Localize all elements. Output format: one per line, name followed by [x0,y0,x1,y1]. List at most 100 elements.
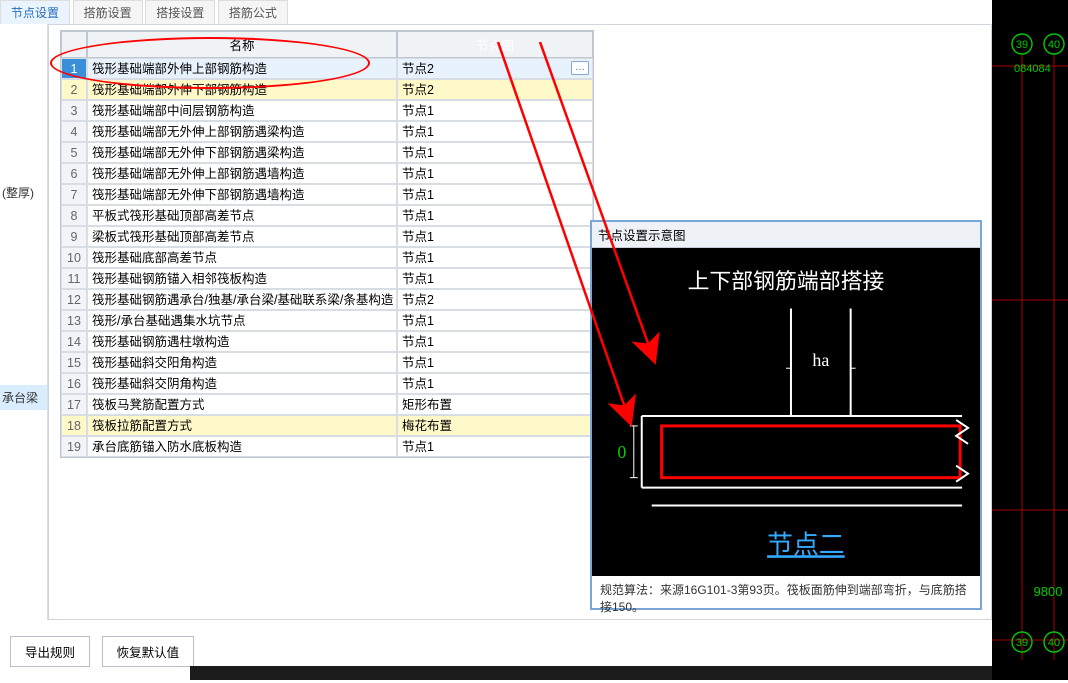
row-name: 承台底筋锚入防水底板构造 [87,436,397,457]
row-node-value[interactable]: 节点2… [397,58,593,79]
diagram-heading: 上下部钢筋端部搭接 [688,270,885,294]
row-name: 筏板拉筋配置方式 [87,415,397,436]
row-node-value[interactable]: 节点1 [397,373,593,394]
row-number: 3 [61,100,87,121]
row-node-value[interactable]: 节点1 [397,331,593,352]
row-number: 14 [61,331,87,352]
row-name: 筏形基础端部无外伸下部钢筋遇梁构造 [87,142,397,163]
row-name: 筏形基础钢筋遇承台/独基/承台梁/基础联系梁/条基构造 [87,289,397,310]
diagram-canvas: 上下部钢筋端部搭接 ha 0 节点二 [592,248,980,576]
table-row[interactable]: 4筏形基础端部无外伸上部钢筋遇梁构造节点1 [61,121,593,142]
row-name: 筏形基础钢筋锚入相邻筏板构造 [87,268,397,289]
row-node-value[interactable]: 节点1 [397,163,593,184]
row-node-value[interactable]: 节点1 [397,226,593,247]
table-row[interactable]: 10筏形基础底部高差节点节点1 [61,247,593,268]
row-name: 平板式筏形基础顶部高差节点 [87,205,397,226]
table-row[interactable]: 15筏形基础斜交阳角构造节点1 [61,352,593,373]
table-row[interactable]: 1筏形基础端部外伸上部钢筋构造节点2… [61,58,593,79]
row-number: 9 [61,226,87,247]
table-row[interactable]: 19承台底筋锚入防水底板构造节点1 [61,436,593,457]
left-item-beam[interactable]: 承台梁 [0,385,47,410]
row-number: 16 [61,373,87,394]
table-row[interactable]: 12筏形基础钢筋遇承台/独基/承台梁/基础联系梁/条基构造节点2 [61,289,593,310]
table-row[interactable]: 8平板式筏形基础顶部高差节点节点1 [61,205,593,226]
row-number: 5 [61,142,87,163]
row-number: 2 [61,79,87,100]
row-number: 10 [61,247,87,268]
export-rules-button[interactable]: 导出规则 [10,636,90,667]
dim-zero: 0 [617,442,626,462]
row-node-value[interactable]: 节点1 [397,142,593,163]
table-row[interactable]: 5筏形基础端部无外伸下部钢筋遇梁构造节点1 [61,142,593,163]
row-number: 8 [61,205,87,226]
row-name: 筏板马凳筋配置方式 [87,394,397,415]
row-name: 筏形基础端部无外伸上部钢筋遇墙构造 [87,163,397,184]
table-row[interactable]: 14筏形基础钢筋遇柱墩构造节点1 [61,331,593,352]
table-row[interactable]: 2筏形基础端部外伸下部钢筋构造节点2 [61,79,593,100]
diagram-link: 节点二 [767,530,845,559]
bottom-buttons: 导出规则 恢复默认值 [10,636,202,667]
col-header-num [61,31,87,58]
col-header-name[interactable]: 名称 [87,31,397,58]
table-row[interactable]: 11筏形基础钢筋锚入相邻筏板构造节点1 [61,268,593,289]
ellipsis-button[interactable]: … [571,61,589,75]
row-name: 筏形基础端部外伸下部钢筋构造 [87,79,397,100]
row-node-value[interactable]: 节点1 [397,268,593,289]
row-number: 13 [61,310,87,331]
row-name: 筏形基础端部无外伸下部钢筋遇墙构造 [87,184,397,205]
row-node-value[interactable]: 节点1 [397,352,593,373]
row-number: 15 [61,352,87,373]
svg-text:40: 40 [1048,39,1060,51]
row-number: 18 [61,415,87,436]
row-node-value[interactable]: 节点2 [397,79,593,100]
svg-text:40: 40 [1048,637,1060,649]
row-node-value[interactable]: 节点1 [397,247,593,268]
row-number: 11 [61,268,87,289]
table-row[interactable]: 18筏板拉筋配置方式梅花布置 [61,415,593,436]
tab-rebar-settings[interactable]: 搭筋设置 [73,0,143,24]
table-row[interactable]: 3筏形基础端部中间层钢筋构造节点1 [61,100,593,121]
node-table: 名称 节点图 1筏形基础端部外伸上部钢筋构造节点2…2筏形基础端部外伸下部钢筋构… [60,30,594,458]
table-row[interactable]: 6筏形基础端部无外伸上部钢筋遇墙构造节点1 [61,163,593,184]
row-name: 筏形基础端部中间层钢筋构造 [87,100,397,121]
tab-bar: 节点设置 搭筋设置 搭接设置 搭筋公式 [0,0,1068,24]
row-name: 筏形基础底部高差节点 [87,247,397,268]
row-number: 12 [61,289,87,310]
left-item-thickness[interactable]: (整厚) [0,180,47,205]
row-number: 4 [61,121,87,142]
row-node-value[interactable]: 矩形布置 [397,394,593,415]
table-row[interactable]: 17筏板马凳筋配置方式矩形布置 [61,394,593,415]
table-row[interactable]: 7筏形基础端部无外伸下部钢筋遇墙构造节点1 [61,184,593,205]
restore-defaults-button[interactable]: 恢复默认值 [102,636,195,667]
popup-title: 节点设置示意图 [592,222,980,248]
bottom-ruler [190,666,1068,680]
table-row[interactable]: 13筏形/承台基础遇集水坑节点节点1 [61,310,593,331]
row-node-value[interactable]: 节点2 [397,289,593,310]
cad-strip: 39 40 084084 39 40 9800 [992,0,1068,680]
row-node-value[interactable]: 节点1 [397,184,593,205]
row-number: 1 [61,58,87,79]
tab-splice-settings[interactable]: 搭接设置 [145,0,215,24]
popup-footer: 规范算法：来源16G101-3第93页。筏板面筋伸到端部弯折，与底筋搭接150。 [592,576,980,622]
row-node-value[interactable]: 梅花布置 [397,415,593,436]
row-name: 筏形基础端部外伸上部钢筋构造 [87,58,397,79]
row-name: 筏形基础斜交阴角构造 [87,373,397,394]
row-number: 6 [61,163,87,184]
tab-node-settings[interactable]: 节点设置 [0,0,70,24]
row-name: 筏形基础端部无外伸上部钢筋遇梁构造 [87,121,397,142]
table-row[interactable]: 16筏形基础斜交阴角构造节点1 [61,373,593,394]
svg-text:39: 39 [1016,637,1028,649]
row-node-value[interactable]: 节点1 [397,310,593,331]
row-name: 筏形/承台基础遇集水坑节点 [87,310,397,331]
tab-rebar-formula[interactable]: 搭筋公式 [218,0,288,24]
row-number: 17 [61,394,87,415]
diagram-popup: 节点设置示意图 上下部钢筋端部搭接 ha 0 [590,220,982,610]
row-node-value[interactable]: 节点1 [397,436,593,457]
row-node-value[interactable]: 节点1 [397,100,593,121]
table-row[interactable]: 9梁板式筏形基础顶部高差节点节点1 [61,226,593,247]
col-header-node[interactable]: 节点图 [397,31,593,58]
row-node-value[interactable]: 节点1 [397,205,593,226]
row-node-value[interactable]: 节点1 [397,121,593,142]
row-number: 19 [61,436,87,457]
svg-text:39: 39 [1016,39,1028,51]
